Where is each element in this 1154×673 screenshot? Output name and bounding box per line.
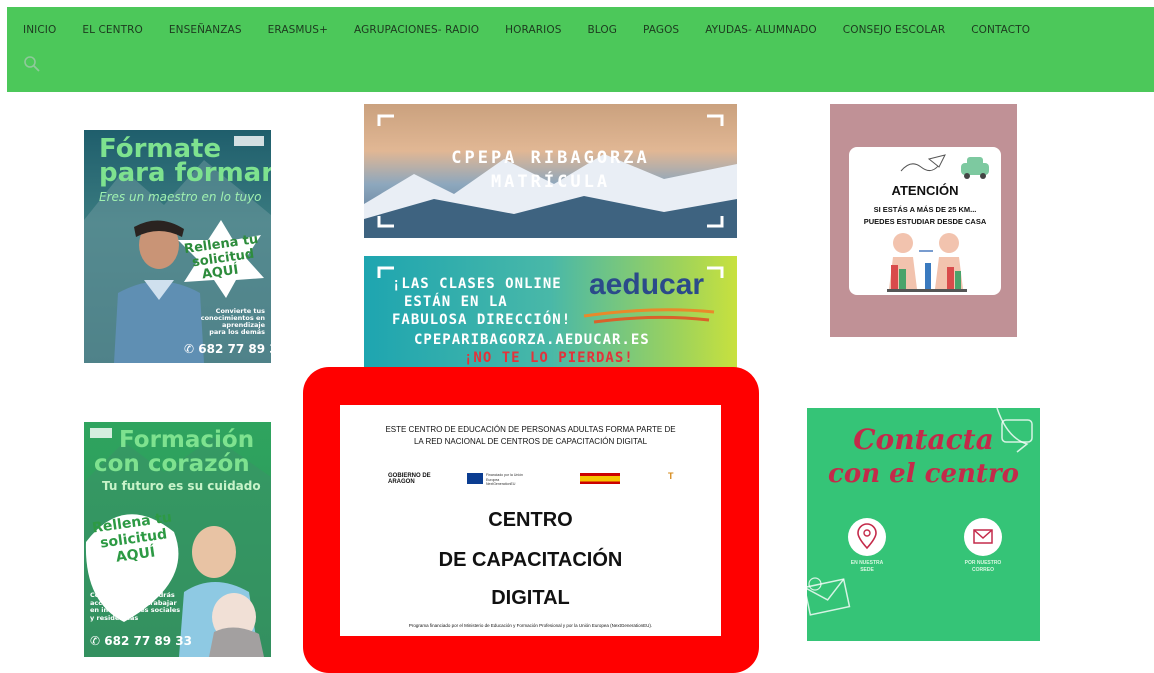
location-button[interactable]	[848, 518, 886, 556]
logo-gobierno-aragon: GOBIERNO DE ARAGON	[388, 473, 431, 485]
location-label-1: EN NUESTRA	[850, 560, 884, 566]
mail-icon	[973, 529, 993, 544]
aeducar-banner[interactable]: ¡LAS CLASES ONLINE ESTÁN EN LA FABULOSA …	[364, 256, 737, 370]
atencion-title: ATENCIÓN	[891, 183, 959, 198]
cert-footer: Programa financiado por el Ministerio de…	[408, 623, 653, 628]
main-navigation: INICIO EL CENTRO ENSEÑANZAS ERASMUS+ AGR…	[7, 7, 1154, 92]
location-label-2: SEDE	[860, 567, 874, 573]
aeducar-cta: ¡NO TE LO PIERDAS!	[464, 350, 634, 366]
corazon-phone-number: 682 77 89 33	[104, 634, 192, 648]
capacitacion-certificate: ESTE CENTRO DE EDUCACIÓN DE PERSONAS ADU…	[340, 405, 721, 636]
cert-big-3: DIGITAL	[491, 587, 570, 609]
aeducar-logo: aeducar	[589, 268, 704, 302]
location-pin-icon	[857, 523, 877, 550]
nav-erasmus[interactable]: ERASMUS+	[255, 24, 341, 36]
corazon-note-4: y residencias	[90, 613, 139, 622]
nav-ensenanzas[interactable]: ENSEÑANZAS	[156, 24, 255, 36]
ministerio-logo-icon	[580, 473, 620, 484]
formate-note: Convierte tus conocimientos en aprendiza…	[201, 308, 265, 336]
phone-number: 682 77 89 33	[198, 342, 271, 356]
nav-el-centro[interactable]: EL CENTRO	[69, 24, 156, 36]
eu-flag-icon	[467, 473, 483, 484]
mail-label-2: CORREO	[972, 567, 994, 573]
contacta-banner[interactable]: Contacta con el centro EN NUESTRA SEDE P…	[807, 408, 1040, 641]
matricula-banner[interactable]: CPEPA RIBAGORZA MATRÍCULA	[364, 104, 737, 238]
nav-horarios[interactable]: HORARIOS	[492, 24, 574, 36]
red-logo-icon: T	[668, 471, 674, 481]
mountain-landscape	[364, 114, 737, 238]
matricula-line-2: MATRÍCULA	[490, 172, 611, 192]
nav-ayudas-alumnado[interactable]: AYUDAS- ALUMNADO	[692, 24, 830, 36]
formate-title-2: para formar	[99, 158, 271, 188]
car-plane-icon	[900, 154, 989, 179]
corazon-title-2: con corazón	[94, 451, 250, 477]
aeducar-url[interactable]: CPEPARIBAGORZA.AEDUCAR.ES	[414, 332, 650, 348]
nav-inicio[interactable]: INICIO	[23, 24, 69, 36]
corazon-phone: ✆ 682 77 89 33	[90, 634, 192, 648]
formate-subtitle: Eres un maestro en lo tuyo	[99, 190, 262, 204]
formate-phone: ✆ 682 77 89 33	[184, 342, 271, 356]
aeducar-brand: aeducar	[589, 268, 705, 301]
cert-header-2: LA RED NACIONAL DE CENTROS DE CAPACITACI…	[413, 437, 648, 446]
cert-big-2: DE CAPACITACIÓN	[438, 549, 623, 571]
contacta-title-2: con el centro	[828, 459, 1019, 489]
contacta-title-1: Contacta	[853, 423, 994, 456]
logo-eu-text: Financiado por la Unión Europea NextGene…	[486, 473, 523, 486]
formate-banner[interactable]: Fórmate para formar Eres un maestro en l…	[84, 130, 271, 363]
mail-label: POR NUESTRO CORREO	[961, 560, 1005, 574]
capacitacion-digital-banner[interactable]: ESTE CENTRO DE EDUCACIÓN DE PERSONAS ADU…	[303, 367, 759, 673]
nav-contacto[interactable]: CONTACTO	[958, 24, 1043, 36]
aeducar-line-1: ¡LAS CLASES ONLINE	[392, 276, 562, 292]
aeducar-line-2: ESTÁN EN LA	[404, 294, 508, 310]
mail-button[interactable]	[964, 518, 1002, 556]
search-icon[interactable]	[23, 55, 41, 73]
aeducar-line-3: FABULOSA DIRECCIÓN!	[392, 312, 572, 328]
nav-pagos[interactable]: PAGOS	[630, 24, 692, 36]
nav-blog[interactable]: BLOG	[574, 24, 629, 36]
nav-consejo-escolar[interactable]: CONSEJO ESCOLAR	[830, 24, 958, 36]
nav-agrupaciones-radio[interactable]: AGRUPACIONES- RADIO	[341, 24, 492, 36]
people-books-icon	[887, 233, 967, 292]
atencion-line-1: SI ESTÁS A MÁS DE 25 KM...	[873, 205, 977, 214]
cert-header-1: ESTE CENTRO DE EDUCACIÓN DE PERSONAS ADU…	[385, 425, 676, 434]
mail-label-1: POR NUESTRO	[964, 560, 1002, 566]
whatsapp-icon: ✆	[184, 342, 195, 356]
note-line-4: para los demás	[209, 328, 265, 336]
atencion-banner[interactable]: ATENCIÓN SI ESTÁS A MÁS DE 25 KM... PUED…	[830, 104, 1017, 337]
cert-big-1: CENTRO	[488, 509, 573, 531]
menu-bar: INICIO EL CENTRO ENSEÑANZAS ERASMUS+ AGR…	[23, 24, 1043, 36]
corazon-note: Con este curso tendrás acceso: podrás tr…	[90, 591, 180, 622]
corazon-title-1: Formación	[119, 427, 255, 453]
atencion-line-2: PUEDES ESTUDIAR DESDE CASA	[863, 217, 987, 226]
corazon-subtitle: Tu futuro es su cuidado	[102, 479, 261, 493]
location-label: EN NUESTRA SEDE	[847, 560, 887, 574]
matricula-line-1: CPEPA RIBAGORZA	[451, 148, 650, 168]
atencion-card: ATENCIÓN SI ESTÁS A MÁS DE 25 KM... PUED…	[849, 147, 1001, 295]
whatsapp-icon: ✆	[90, 634, 101, 648]
corazon-banner[interactable]: Formación con corazón Tu futuro es su cu…	[84, 422, 271, 657]
